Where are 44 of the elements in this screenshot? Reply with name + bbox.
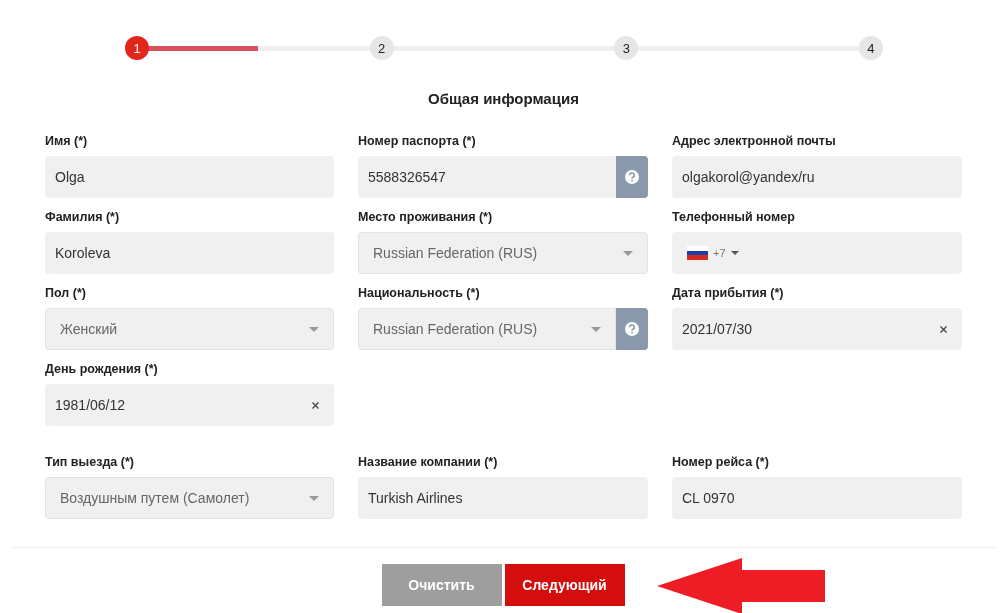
step-indicator[interactable]: 3 [614, 36, 639, 60]
step-indicator[interactable]: 4 [858, 36, 883, 60]
help-button[interactable] [616, 308, 648, 350]
field-label: Адрес электронной почты [672, 134, 837, 148]
clear-icon[interactable] [940, 325, 947, 333]
field-label: Номер паспорта (*) [358, 134, 477, 148]
flag-icon [687, 246, 708, 260]
section-title: Общая информация [427, 90, 580, 107]
select-field[interactable]: Russian Federation (RUS) [358, 232, 648, 274]
field-label: Телефонный номер [672, 210, 796, 224]
caret-icon [623, 250, 633, 256]
clear-icon[interactable] [312, 401, 319, 409]
field-label: Национальность (*) [358, 286, 481, 300]
field-label: Дата прибытия (*) [672, 286, 785, 300]
phone-field[interactable]: +7 [672, 232, 962, 274]
caret-icon [309, 495, 319, 501]
help-icon [625, 322, 639, 336]
field-label: Тип выезда (*) [45, 455, 135, 469]
text-field[interactable]: Koroleva [45, 232, 334, 274]
help-icon [625, 170, 639, 184]
field-label: Пол (*) [45, 286, 87, 300]
text-field[interactable]: olgakorol@yandex/ru [672, 156, 962, 198]
select-field[interactable]: Женский [45, 308, 334, 350]
field-label: Номер рейса (*) [672, 455, 770, 469]
text-field[interactable]: CL 0970 [672, 477, 962, 519]
field-label: Имя (*) [45, 134, 89, 148]
field-label: Название компании (*) [358, 455, 499, 469]
text-field[interactable]: Turkish Airlines [358, 477, 648, 519]
date-field[interactable]: 1981/06/12 [45, 384, 334, 426]
field-label: Место проживания (*) [358, 210, 494, 224]
text-field[interactable]: 5588326547 [358, 156, 616, 198]
select-field[interactable]: Russian Federation (RUS) [358, 308, 616, 350]
date-field[interactable]: 2021/07/30 [672, 308, 962, 350]
field-label: День рождения (*) [45, 362, 159, 376]
help-button[interactable] [616, 156, 648, 198]
text-field[interactable]: Olga [45, 156, 334, 198]
step-indicator[interactable]: 1 [125, 36, 149, 60]
caret-icon [309, 326, 319, 332]
next-button[interactable]: Следующий [504, 564, 625, 606]
caret-icon [730, 251, 739, 255]
caret-icon [591, 326, 601, 332]
field-label: Фамилия (*) [45, 210, 121, 224]
step-indicator[interactable]: 2 [369, 36, 394, 60]
select-field[interactable]: Воздушным путем (Самолет) [45, 477, 334, 519]
